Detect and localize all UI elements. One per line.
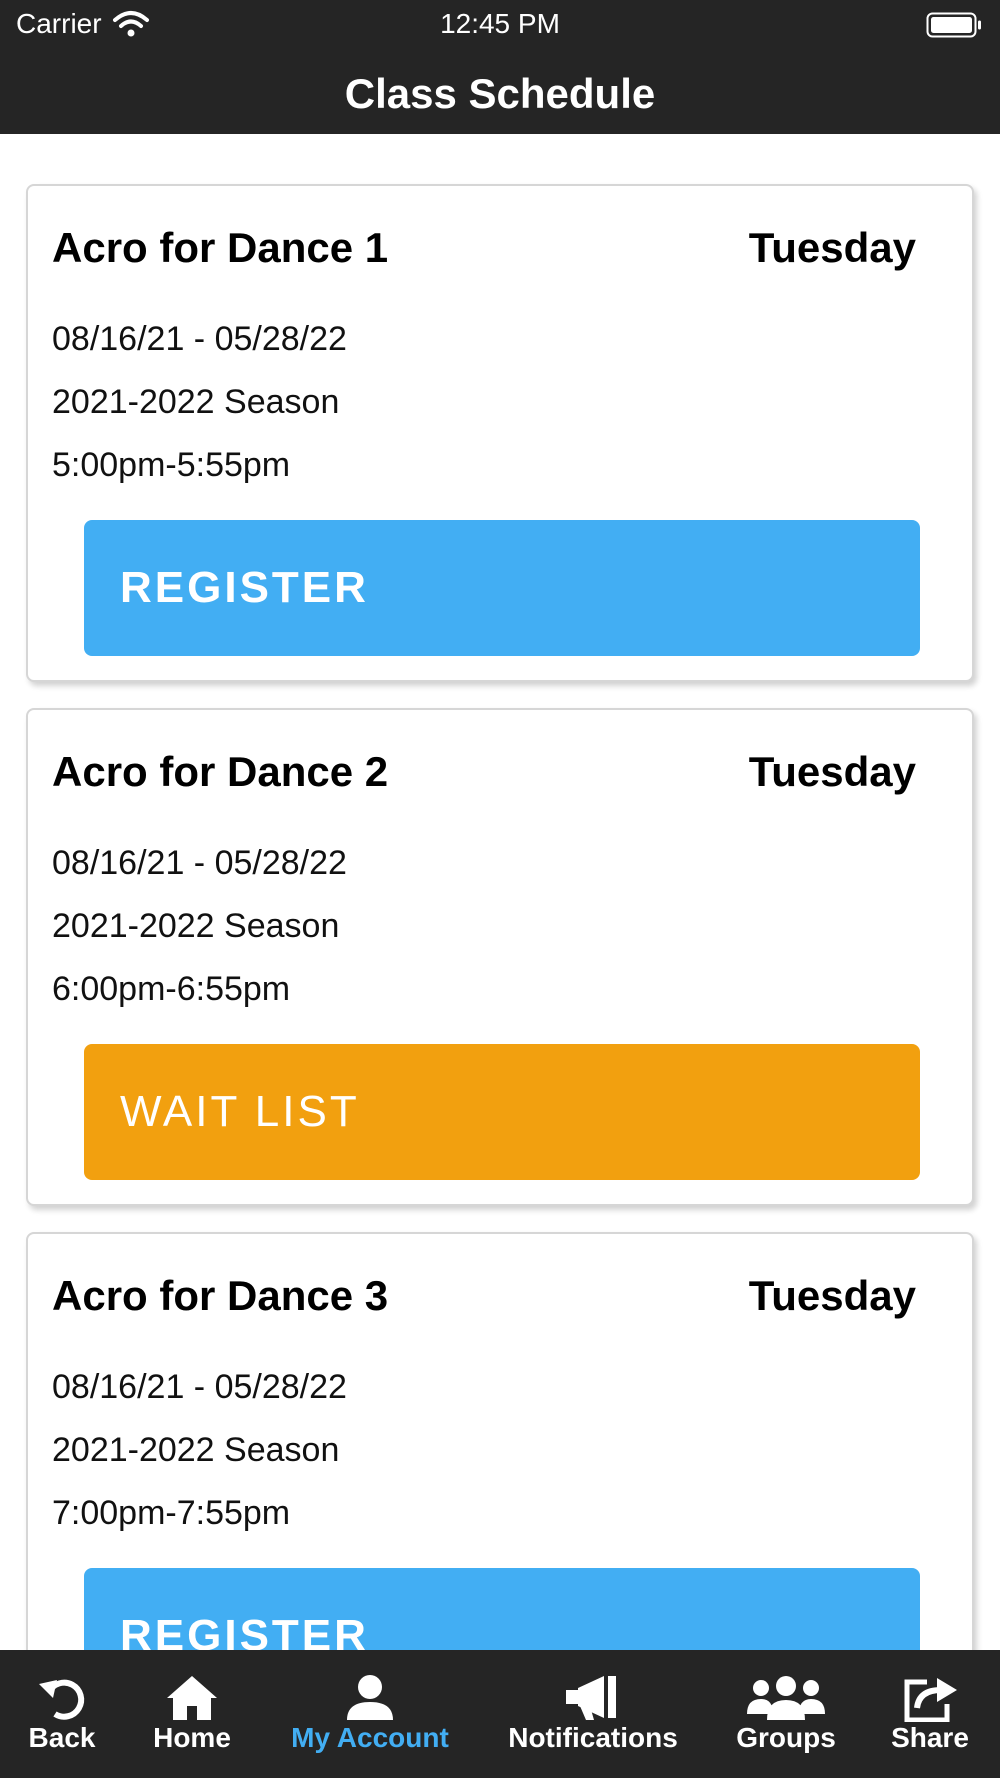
class-day: Tuesday — [748, 224, 916, 271]
register-button-label: REGISTER — [120, 1611, 369, 1650]
class-time: 7:00pm-7:55pm — [52, 1494, 291, 1532]
battery-icon — [926, 12, 981, 38]
wait-list-button[interactable]: WAIT LIST — [84, 1044, 920, 1180]
back-arrow-icon — [39, 1679, 85, 1720]
class-name: Acro for Dance 3 — [52, 1272, 389, 1319]
tab-my-account-label: My Account — [291, 1722, 449, 1753]
class-dates: 08/16/21 - 05/28/22 — [52, 1368, 347, 1406]
class-season: 2021-2022 Season — [52, 1431, 340, 1469]
user-icon — [347, 1675, 393, 1720]
class-time: 5:00pm-5:55pm — [52, 446, 291, 484]
tab-back-label: Back — [28, 1722, 96, 1753]
class-name: Acro for Dance 2 — [52, 748, 389, 795]
tab-notifications-label: Notifications — [508, 1722, 678, 1753]
share-icon — [904, 1678, 957, 1722]
tab-share[interactable]: Share — [880, 1650, 980, 1778]
tab-home-label: Home — [153, 1722, 231, 1753]
class-season: 2021-2022 Season — [52, 383, 340, 421]
class-name: Acro for Dance 1 — [52, 224, 389, 271]
tab-notifications[interactable]: Notifications — [508, 1650, 678, 1778]
tab-back[interactable]: Back — [12, 1650, 112, 1778]
tab-groups-label: Groups — [736, 1722, 836, 1753]
class-season: 2021-2022 Season — [52, 907, 340, 945]
register-button[interactable]: REGISTER — [84, 520, 920, 656]
class-card: Acro for Dance 2 Tuesday 08/16/21 - 05/2… — [26, 708, 974, 1206]
wait-list-button-label: WAIT LIST — [120, 1087, 360, 1136]
app-screen: Carrier 12:45 PM Class Schedule Acro for… — [0, 0, 1000, 1778]
register-button-label: REGISTER — [120, 563, 369, 612]
megaphone-icon — [566, 1676, 616, 1720]
page-title: Class Schedule — [344, 70, 656, 117]
class-dates: 08/16/21 - 05/28/22 — [52, 844, 347, 882]
class-card: Acro for Dance 1 Tuesday 08/16/21 - 05/2… — [26, 184, 974, 682]
tab-my-account[interactable]: My Account — [290, 1650, 450, 1778]
groups-icon — [747, 1676, 825, 1720]
top-bar: Carrier 12:45 PM Class Schedule — [0, 0, 1000, 134]
class-day: Tuesday — [748, 748, 916, 795]
class-day: Tuesday — [748, 1272, 916, 1319]
class-card: Acro for Dance 3 Tuesday 08/16/21 - 05/2… — [26, 1232, 974, 1650]
class-dates: 08/16/21 - 05/28/22 — [52, 320, 347, 358]
tab-bar: Back Home My Account Notifications Group… — [0, 1650, 1000, 1778]
tab-share-label: Share — [891, 1722, 969, 1753]
class-time: 6:00pm-6:55pm — [52, 970, 291, 1008]
tab-home[interactable]: Home — [142, 1650, 242, 1778]
home-icon — [167, 1676, 217, 1720]
tab-groups[interactable]: Groups — [726, 1650, 846, 1778]
class-list: Acro for Dance 1 Tuesday 08/16/21 - 05/2… — [0, 134, 1000, 1650]
register-button[interactable]: REGISTER — [84, 1568, 920, 1650]
status-time: 12:45 PM — [440, 8, 560, 39]
